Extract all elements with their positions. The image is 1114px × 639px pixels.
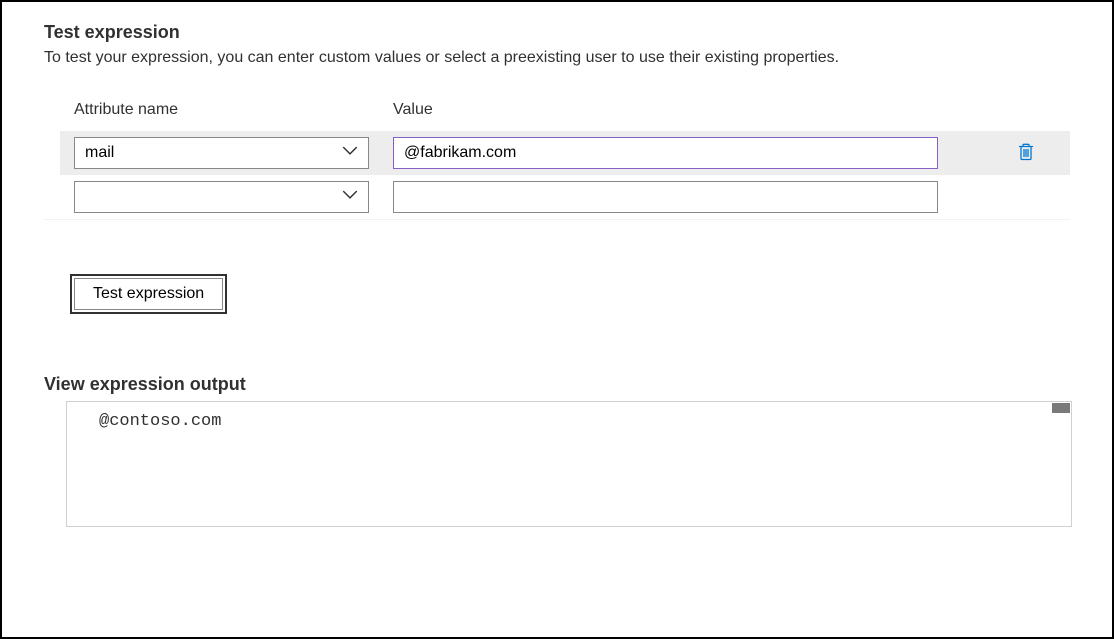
table-row — [60, 175, 1070, 219]
value-input[interactable] — [393, 137, 938, 169]
attribute-select-input[interactable] — [74, 137, 369, 169]
test-button-wrap: Test expression — [44, 278, 1070, 310]
attribute-select[interactable] — [74, 181, 369, 213]
attribute-select[interactable] — [74, 137, 369, 169]
table-header-row: Attribute name Value — [44, 101, 1070, 131]
output-textarea[interactable]: @contoso.com — [66, 401, 1072, 527]
trash-icon — [1016, 142, 1036, 165]
attribute-column-header: Attribute name — [74, 101, 369, 131]
test-expression-section: Test expression To test your expression,… — [44, 22, 1070, 310]
delete-row-button[interactable] — [1012, 138, 1040, 169]
attribute-select-input[interactable] — [74, 181, 369, 213]
test-expression-title: Test expression — [44, 22, 1070, 43]
value-column-header: Value — [393, 101, 938, 131]
attribute-table — [44, 131, 1070, 220]
table-row — [60, 131, 1070, 175]
output-title: View expression output — [44, 374, 1070, 395]
test-expression-description: To test your expression, you can enter c… — [44, 49, 1070, 67]
scrollbar-indicator[interactable] — [1052, 403, 1070, 413]
output-section: View expression output @contoso.com — [44, 374, 1070, 527]
action-column-header — [962, 101, 1070, 131]
test-expression-button[interactable]: Test expression — [74, 278, 223, 310]
value-input[interactable] — [393, 181, 938, 213]
output-text: @contoso.com — [99, 412, 221, 431]
